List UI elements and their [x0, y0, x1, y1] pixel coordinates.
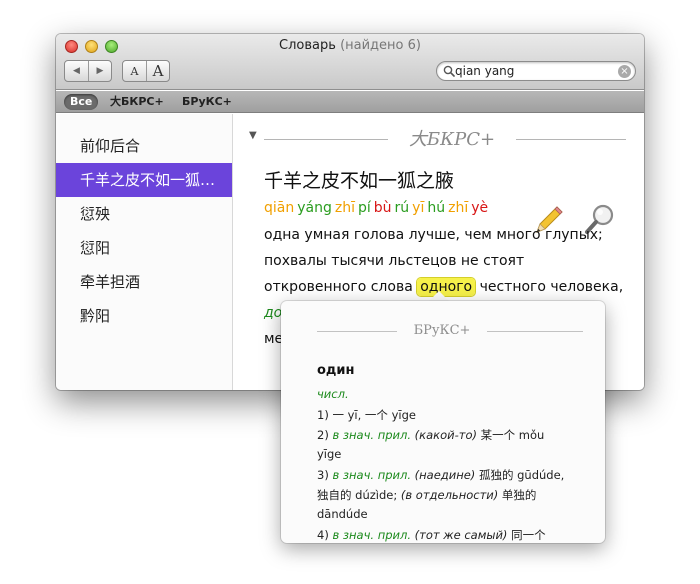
popover-line: yīge	[317, 447, 341, 461]
sense-label: в знач. прил.	[332, 528, 411, 542]
results-sidebar: 前仰后合 千羊之皮不如一狐… 愆殃 愆阳 牵羊担酒 黔阳	[56, 114, 233, 390]
disclosure-triangle-icon[interactable]: ▼	[249, 130, 257, 141]
sense-text: yīge	[317, 447, 342, 461]
sense-text: 独自的 dúzìde;	[317, 488, 398, 502]
sense-gloss: (в отдельности)	[400, 488, 499, 502]
lookup-popover: БРуКС+ один числ. 1) 一 yī, 一个 yīge 2) в …	[281, 301, 605, 543]
titlebar: Словарь (найдено 6) ◀ ▶ A A ×	[56, 34, 644, 90]
pinyin-syllable: yè	[471, 200, 489, 216]
sense-text: 一 yī, 一个 yīge	[332, 408, 416, 422]
pinyin-syllable: qiān	[264, 200, 295, 216]
window-title-count: (найдено 6)	[340, 38, 421, 53]
scope-bar: Все 大БКРС+ БРуКС+	[56, 91, 644, 113]
increase-font-button[interactable]: A	[146, 61, 169, 81]
forward-arrow-icon: ▶	[96, 66, 104, 76]
dictionary-header: 大БКРС+	[408, 129, 496, 150]
sense-text: 某一个 mǒu	[480, 428, 545, 442]
popover-line: 4) в знач. прил. (тот же самый) 同一个	[317, 527, 546, 543]
back-button[interactable]: ◀	[65, 61, 88, 81]
definition-line: похвалы тысячи льстецов не стоят	[264, 253, 525, 269]
window-title: Словарь (найдено 6)	[56, 38, 644, 53]
divider	[264, 139, 388, 140]
sense-label: в знач. прил.	[332, 428, 411, 442]
search-field[interactable]: ×	[436, 61, 636, 81]
sidebar-item[interactable]: 牵羊担酒	[56, 265, 232, 299]
decrease-font-button[interactable]: A	[123, 61, 146, 81]
pinyin-syllable: pí	[357, 200, 371, 216]
sense-gloss: (тот же самый)	[414, 528, 508, 542]
pinyin-syllable: rú	[394, 200, 410, 216]
sense-number: 2)	[317, 428, 329, 442]
sense-gloss: (наедине)	[414, 468, 476, 482]
sidebar-item[interactable]: 愆殃	[56, 197, 232, 231]
part-of-speech: числ.	[317, 387, 349, 401]
sidebar-item[interactable]: 愆阳	[56, 231, 232, 265]
pinyin-syllable: yáng	[297, 200, 332, 216]
pinyin-syllable: yī	[412, 200, 425, 216]
popover-line: числ.	[317, 387, 349, 401]
popover-line: 1) 一 yī, 一个 yīge	[317, 407, 416, 423]
sense-number: 4)	[317, 528, 329, 542]
entry-headword: 千羊之皮不如一狐之腋	[264, 170, 455, 192]
window-title-text: Словарь	[279, 38, 336, 53]
sidebar-item-selected[interactable]: 千羊之皮不如一狐…	[56, 163, 232, 197]
clear-search-icon[interactable]: ×	[618, 65, 631, 78]
divider	[487, 331, 583, 332]
pinyin-syllable: bù	[373, 200, 392, 216]
pinyin-syllable: zhī	[448, 200, 469, 216]
popover-line: 3) в знач. прил. (наедине) 孤独的 gūdúde,	[317, 467, 564, 483]
divider	[317, 331, 397, 332]
pinyin-syllable: zhī	[334, 200, 355, 216]
definition-text: откровенного слова	[264, 279, 413, 295]
entry-pinyin: qiān yáng zhī pí bù rú yī hú zhī yè	[264, 200, 491, 216]
font-size-segment: A A	[122, 60, 170, 82]
sense-text: 同一个	[511, 528, 546, 542]
popover-headword: один	[317, 363, 355, 378]
sense-number: 1)	[317, 408, 329, 422]
sense-text: 单独的	[501, 488, 537, 502]
popover-line: 2) в знач. прил. (какой-то) 某一个 mǒu	[317, 427, 544, 443]
sense-number: 3)	[317, 468, 329, 482]
sense-gloss: (какой-то)	[414, 428, 477, 442]
search-icon	[443, 65, 455, 77]
back-arrow-icon: ◀	[73, 66, 80, 76]
pinyin-syllable: hú	[427, 200, 446, 216]
scope-bruks-button[interactable]: БРуКС+	[176, 94, 238, 110]
sense-text: dāndúde	[317, 507, 368, 521]
scope-bkrs-button[interactable]: 大БКРС+	[104, 94, 170, 110]
sidebar-item[interactable]: 前仰后合	[56, 129, 232, 163]
definition-text: честного человека,	[479, 279, 624, 295]
popover-dictionary-header: БРуКС+	[413, 323, 471, 338]
search-input[interactable]	[455, 63, 615, 79]
example-line: до	[264, 305, 283, 321]
scope-all-button[interactable]: Все	[64, 94, 99, 110]
popover-line: dāndúde	[317, 507, 368, 521]
sense-label: в знач. прил.	[332, 468, 411, 482]
forward-button[interactable]: ▶	[88, 61, 111, 81]
popover-line: 独自的 dúzìde; (в отдельности) 单独的	[317, 487, 536, 503]
sense-text: 孤独的 gūdúde,	[478, 468, 565, 482]
sidebar-item[interactable]: 黔阳	[56, 299, 232, 333]
definition-line: одна умная голова лучше, чем много глупы…	[264, 227, 603, 243]
navigation-segment: ◀ ▶	[64, 60, 112, 82]
divider	[516, 139, 626, 140]
